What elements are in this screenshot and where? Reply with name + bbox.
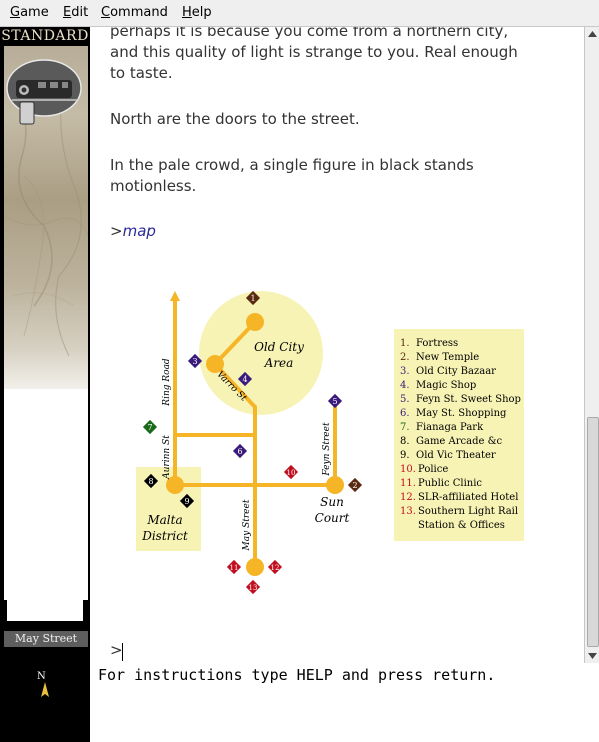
legend-num: 12. (400, 492, 416, 503)
ring-road-label: Ring Road (162, 358, 172, 407)
marker-9-label: 9 (184, 497, 189, 506)
command-text: map (122, 222, 156, 240)
marker-6: 6 (232, 443, 248, 459)
menu-game-accel: G (10, 5, 21, 20)
legend-label: Station & Offices (418, 520, 505, 531)
marker-7: 7 (142, 419, 158, 435)
story-pane[interactable]: perhaps it is because you come from a no… (98, 27, 584, 663)
marker-1-label: 1 (250, 294, 255, 303)
marker-11: 11 (226, 559, 242, 575)
malta-label: District (141, 529, 188, 543)
marker-6-label: 6 (237, 447, 242, 456)
menu-help-accel: H (182, 5, 192, 20)
marker-8-label: 8 (148, 477, 153, 486)
marker-13-label: 13 (249, 584, 258, 592)
menu-help[interactable]: Help (182, 5, 212, 20)
sun-court-label: Court (315, 511, 350, 525)
old-city-label: Old City (254, 340, 304, 354)
marker-11-label: 11 (230, 564, 239, 572)
menu-command[interactable]: Command (101, 5, 168, 20)
marker-13: 13 (245, 579, 261, 595)
menu-bar: Game Edit Command Help (0, 0, 599, 27)
compass-north-label: N (37, 671, 46, 682)
aurinn-st-label: Aurinn St (162, 435, 172, 480)
prompt-symbol: > (110, 222, 123, 240)
marker-2-label: 2 (352, 481, 357, 490)
input-prompt: > (110, 641, 123, 659)
legend-num: 5. (400, 394, 410, 405)
marker-3-label: 3 (192, 357, 197, 366)
menu-edit-label: dit (71, 5, 89, 20)
menu-command-label: ommand (110, 5, 168, 20)
menu-edit[interactable]: Edit (63, 5, 88, 20)
sidebar-banner: STANDARD (1, 28, 89, 44)
menu-help-label: elp (191, 5, 212, 20)
vertical-scrollbar[interactable] (584, 27, 599, 663)
legend-num: 2. (400, 352, 410, 363)
legend-num: 4. (400, 380, 410, 391)
legend-label: Old City Bazaar (416, 366, 496, 377)
sun-court-label: Sun (320, 495, 344, 509)
command-echo: >map (110, 222, 156, 240)
legend-label: Police (418, 464, 448, 475)
legend-label: May St. Shopping (416, 408, 507, 419)
status-line: For instructions type HELP and press ret… (98, 666, 496, 684)
fortress-node (246, 313, 264, 331)
legend-num: 6. (400, 408, 410, 419)
scroll-up-arrow-icon[interactable] (585, 27, 599, 42)
menu-game[interactable]: Game (10, 5, 49, 20)
old-city-label: Area (264, 356, 294, 370)
scroll-down-arrow-icon[interactable] (585, 648, 599, 663)
legend-num: 8. (400, 436, 410, 447)
marker-10: 10 (283, 464, 299, 480)
marker-10-label: 10 (287, 469, 296, 477)
legend-label: Magic Shop (416, 380, 476, 391)
menu-edit-accel: E (63, 5, 72, 20)
legend-label: Feyn St. Sweet Shop (416, 394, 521, 405)
parchment-texture (4, 59, 88, 357)
menu-game-label: ame (20, 5, 49, 20)
legend-num: 13. (400, 506, 416, 517)
sidebar-white-area (4, 389, 88, 621)
legend-label: Game Arcade &c (416, 436, 502, 447)
legend-num: 11. (400, 478, 416, 489)
compass-needle-icon (41, 682, 49, 697)
legend-num: 9. (400, 450, 410, 461)
station-node (246, 558, 264, 576)
feyn-street-label: Feyn Street (322, 422, 332, 477)
story-line: to taste. (110, 64, 173, 82)
story-line: North are the doors to the street. (110, 110, 360, 128)
story-line: motionless. (110, 177, 197, 195)
marker-4-label: 4 (242, 375, 247, 384)
legend-num: 1. (400, 338, 410, 349)
legend-label: New Temple (416, 352, 479, 363)
legend-num: 7. (400, 422, 410, 433)
malta-label: Malta (146, 513, 182, 527)
may-street-label: May Street (242, 499, 252, 551)
story-line: In the pale crowd, a single figure in bl… (110, 156, 474, 174)
marker-7-label: 7 (147, 423, 152, 432)
city-map: Old City Area Sun Court Malta District R… (136, 290, 524, 595)
menu-command-accel: C (101, 5, 111, 20)
marker-12: 12 (267, 559, 283, 575)
marker-2: 2 (347, 477, 363, 493)
legend-label: Old Vic Theater (416, 450, 496, 461)
scrollbar-thumb[interactable] (587, 417, 599, 647)
marker-5: 5 (327, 393, 343, 409)
location-label: May Street (4, 631, 88, 647)
north-arrow-icon (170, 291, 180, 301)
story-line: and this quality of light is strange to … (110, 43, 518, 61)
legend-label: Public Clinic (418, 478, 482, 489)
legend-label: Fortress (416, 338, 458, 349)
text-caret[interactable] (122, 643, 123, 661)
legend-label: Southern Light Rail (418, 506, 518, 517)
legend-label: Fianaga Park (416, 422, 484, 433)
story-line: perhaps it is because you come from a no… (110, 27, 509, 40)
legend-num: 10. (400, 464, 416, 475)
sun-court-node (326, 476, 344, 494)
legend-num: 3. (400, 366, 410, 377)
legend-label: SLR-affiliated Hotel (418, 492, 518, 503)
marker-5-label: 5 (332, 397, 337, 406)
marker-12-label: 12 (271, 564, 280, 572)
